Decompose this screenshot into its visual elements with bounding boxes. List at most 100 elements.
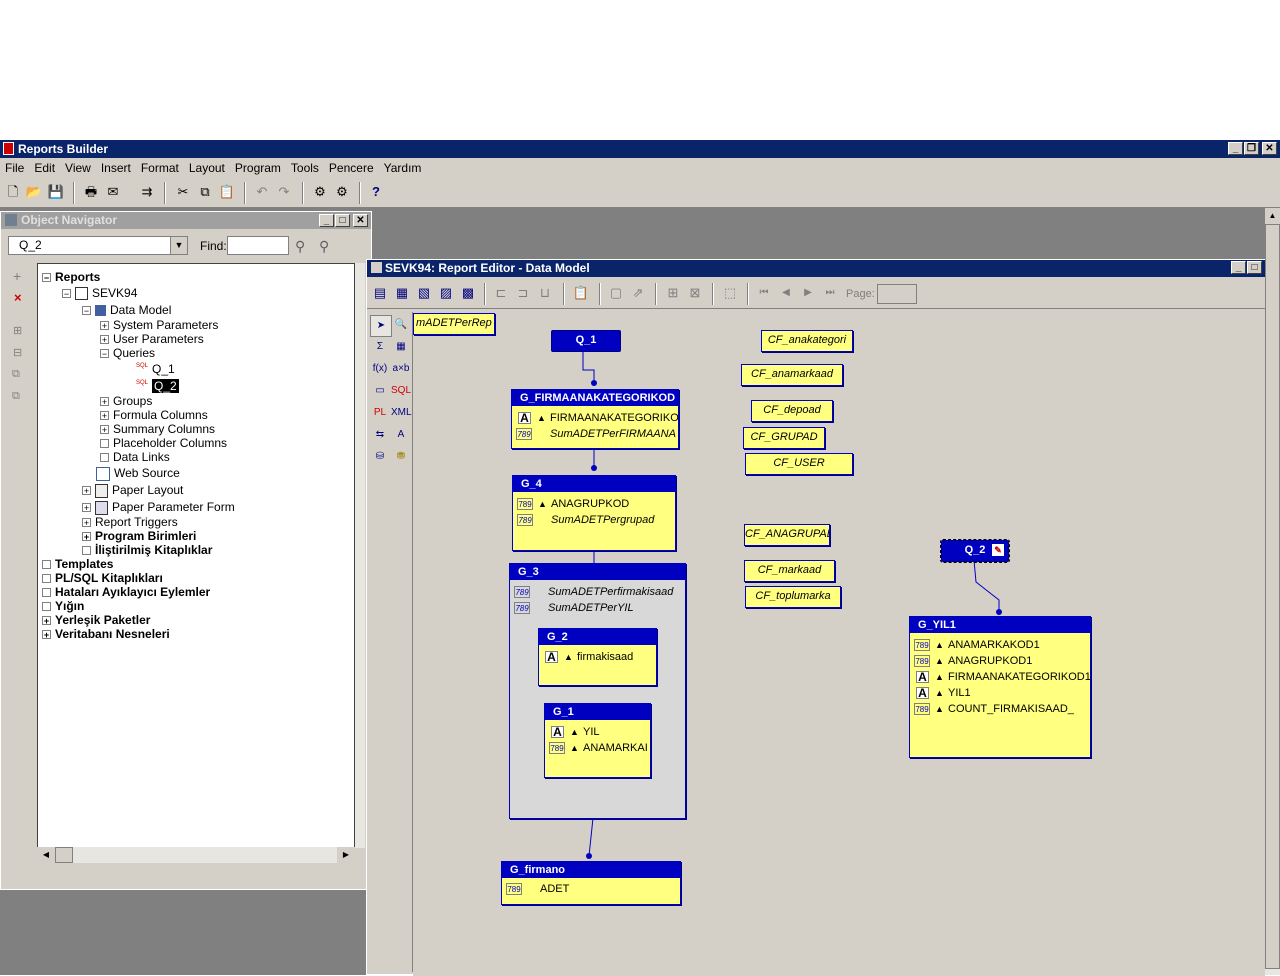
navigator-horizontal-scrollbar[interactable]: ◀ ▶ — [37, 847, 355, 863]
print-icon[interactable]: 🖶 — [82, 183, 100, 201]
menu-pencere[interactable]: Pencere — [324, 158, 379, 175]
ungroup-icon[interactable]: ⊠ — [686, 284, 704, 302]
plsql-query-tool-icon[interactable]: PL — [370, 403, 390, 423]
tree-node-templates[interactable]: Templates — [42, 557, 113, 571]
collapse-icon[interactable]: − — [62, 289, 71, 299]
delete-icon[interactable]: × — [14, 290, 22, 305]
select-all-icon[interactable]: ⬚ — [721, 284, 739, 302]
jdbc-query-tool-icon[interactable]: ⛁ — [370, 447, 390, 467]
expand-icon[interactable]: + — [100, 425, 109, 435]
group-g-firmano[interactable]: G_firmano 789 ADET — [501, 861, 681, 905]
query-q2[interactable]: Q_2 ✎ — [940, 539, 1010, 563]
menu-yardim[interactable]: Yardım — [379, 158, 427, 175]
formula-column-cf-anamarkaad[interactable]: CF_anamarkaad — [741, 364, 843, 386]
navigator-close-button[interactable]: ✕ — [353, 214, 368, 227]
group-column[interactable]: 789 ▲ COUNT_FIRMAKISAAD_ — [910, 701, 1090, 717]
tree-node-veritabani-nesneleri[interactable]: + Veritabanı Nesneleri — [42, 627, 170, 641]
group-column[interactable]: 789 SumADETPerFIRMAANA — [512, 426, 678, 442]
group-column[interactable]: 789 ADET — [502, 881, 680, 897]
formula-column-tool-icon[interactable]: f(x) — [370, 359, 390, 379]
paste-icon[interactable]: 📋 — [218, 183, 236, 201]
group-column[interactable]: 789 ▲ ANAGRUPKOD — [513, 496, 675, 512]
expand-icon[interactable]: + — [82, 518, 91, 528]
collapse-icon[interactable]: − — [42, 273, 51, 283]
group-g-4[interactable]: G_4 789 ▲ ANAGRUPKOD 789 SumADETPergrupad — [512, 475, 676, 551]
tree-node-summary-columns[interactable]: + Summary Columns — [100, 422, 215, 436]
expand-icon[interactable]: + — [100, 335, 109, 345]
minimize-button[interactable]: _ — [1228, 142, 1243, 155]
tree-node-yerlesik-paketler[interactable]: + Yerleşik Paketler — [42, 613, 150, 627]
paper-layout-view-icon[interactable]: ▧ — [415, 284, 433, 302]
text-query-tool-icon[interactable]: A — [391, 425, 411, 445]
formula-column-cf-anagrupad[interactable]: CF_ANAGRUPAD — [744, 524, 830, 546]
tree-node-sevk94[interactable]: − SEVK94 — [62, 286, 137, 301]
tree-node-reports[interactable]: − Reports — [42, 270, 100, 284]
chevron-down-icon[interactable]: ▼ — [170, 237, 187, 254]
help-icon[interactable]: ? — [367, 183, 385, 201]
group-column[interactable]: 789 ▲ ANAMARKAI — [545, 740, 650, 756]
placeholder-column-tool-icon[interactable]: ▭ — [370, 381, 390, 401]
group-column[interactable]: 789 ▲ ANAMARKAKOD1 — [910, 637, 1090, 653]
compile-all-icon[interactable]: ⚙ — [333, 183, 351, 201]
formula-column-cf-grupad[interactable]: CF_GRUPAD — [743, 427, 825, 449]
navigator-select[interactable]: Q_2 ▼ — [8, 236, 188, 255]
group-column[interactable]: A ▲ firmakisaad — [539, 649, 656, 665]
find-input[interactable] — [227, 236, 289, 255]
new-icon[interactable]: 🗋 — [4, 183, 22, 201]
collapse-icon[interactable]: − — [100, 349, 109, 359]
navigator-maximize-button[interactable]: □ — [335, 214, 350, 227]
formula-column-cf-depoad[interactable]: CF_depoad — [751, 400, 833, 422]
expand-icon[interactable]: + — [82, 503, 91, 513]
group-g-3[interactable]: G_3 789 SumADETPerfirmakisaad 789 SumADETP… — [509, 563, 686, 819]
expand-icon[interactable]: + — [100, 321, 109, 331]
xml-query-tool-icon[interactable]: XML — [391, 403, 412, 423]
group-g-1[interactable]: G_1 A ▲ YIL 789 ▲ ANAMARKAI — [544, 703, 651, 778]
group-g-yil1[interactable]: G_YIL1 789 ▲ ANAMARKAKOD1 789 ▲ ANAGRUPKOD1 … — [909, 616, 1091, 758]
tree-node-q2[interactable]: SQL Q_2 — [136, 379, 179, 393]
data-link-tool-icon[interactable]: ▦ — [391, 337, 411, 357]
menu-format[interactable]: Format — [136, 158, 184, 175]
search-forward-icon[interactable]: ⚲ — [295, 238, 305, 255]
expand-icon[interactable]: + — [42, 616, 51, 626]
cut-icon[interactable]: ✂ — [174, 183, 192, 201]
scroll-thumb[interactable] — [55, 847, 73, 863]
search-backward-icon[interactable]: ⚲ — [319, 238, 329, 255]
tree-node-formula-columns[interactable]: + Formula Columns — [100, 408, 208, 422]
group-column[interactable]: A ▲ YIL — [545, 724, 650, 740]
olap-query-tool-icon[interactable]: ⛃ — [391, 447, 411, 467]
tree-node-plsql-kitapliklari[interactable]: PL/SQL Kitaplıkları — [42, 571, 163, 585]
menu-view[interactable]: View — [60, 158, 96, 175]
open-icon[interactable]: 📂 — [25, 183, 43, 201]
tree-node-hatalari-ayiklayici[interactable]: Hataları Ayıklayıcı Eylemler — [42, 585, 210, 599]
tree-node-user-parameters[interactable]: + User Parameters — [100, 332, 204, 346]
tree-node-iliştirilmis-kitapliklar[interactable]: İliştirilmiş Kitaplıklar — [82, 543, 212, 557]
data-model-view-icon[interactable]: ▤ — [371, 284, 389, 302]
collapse-icon[interactable]: ⊟ — [13, 346, 22, 359]
menu-edit[interactable]: Edit — [29, 158, 60, 175]
tree-node-queries[interactable]: − Queries — [100, 346, 155, 360]
redo-icon[interactable]: ↷ — [275, 183, 293, 201]
group-column[interactable]: 789 SumADETPergrupad — [513, 512, 675, 528]
select-tool-icon[interactable]: ➤ — [370, 315, 392, 337]
group-column[interactable]: A ▲ YIL1 — [910, 685, 1090, 701]
expand-icon[interactable]: + — [82, 486, 91, 496]
copy-icon[interactable]: ⧉ — [196, 183, 214, 201]
tree-node-q1[interactable]: SQL Q_1 — [136, 362, 175, 376]
menu-file[interactable]: File — [0, 158, 29, 175]
save-icon[interactable]: 💾 — [47, 183, 65, 201]
tree-node-yigin[interactable]: Yığın — [42, 599, 84, 613]
group-column[interactable]: 789 ▲ ANAGRUPKOD1 — [910, 653, 1090, 669]
expand-icon[interactable]: + — [82, 532, 91, 542]
align-bottom-icon[interactable]: ⊔ — [536, 284, 554, 302]
navigator-vertical-scrollbar[interactable] — [355, 263, 365, 848]
navigator-minimize-button[interactable]: _ — [319, 214, 334, 227]
parameter-form-view-icon[interactable]: ▩ — [459, 284, 477, 302]
cross-product-tool-icon[interactable]: a×b — [391, 359, 411, 379]
group-column[interactable]: A ▲ FIRMAANAKATEGORIKOI — [512, 410, 678, 426]
partial-summary-column[interactable]: mADETPerRep — [413, 313, 495, 335]
group-g-2[interactable]: G_2 A ▲ firmakisaad — [538, 628, 657, 686]
group-icon[interactable]: ⊞ — [664, 284, 682, 302]
tree-node-placeholder-columns[interactable]: Placeholder Columns — [100, 436, 227, 450]
magnify-tool-icon[interactable]: 🔍 — [391, 315, 411, 335]
frame-icon[interactable]: ▢ — [607, 284, 625, 302]
